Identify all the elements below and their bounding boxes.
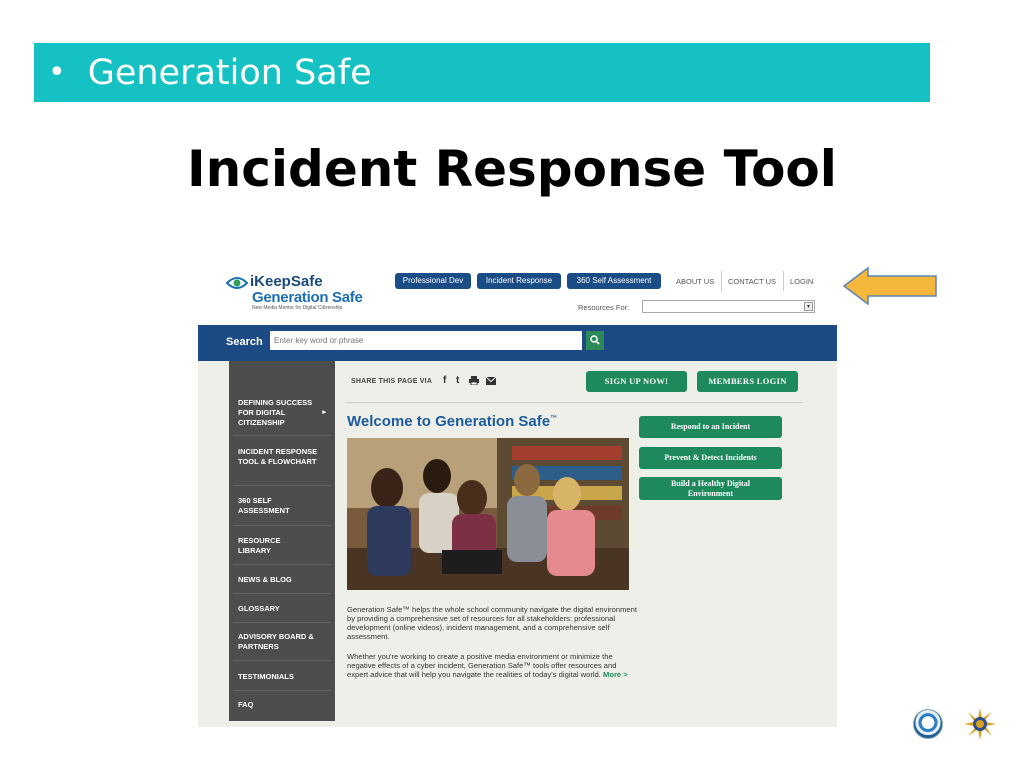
- sidebar-item-faq[interactable]: FAQ: [229, 700, 335, 710]
- sign-up-button[interactable]: SIGN UP NOW!: [586, 371, 687, 392]
- print-icon[interactable]: [469, 376, 479, 388]
- more-link[interactable]: More >: [603, 670, 628, 679]
- sidebar-item-glossary[interactable]: Glossary: [229, 604, 335, 614]
- logo-generation-safe: Generation Safe: [252, 289, 363, 306]
- students-photo: [347, 438, 629, 590]
- magnifier-icon: [590, 335, 600, 345]
- sidebar-item-label: Resource Library: [238, 536, 281, 555]
- resources-label: Resources For:: [578, 303, 630, 312]
- separator: [233, 622, 331, 623]
- logo-ikeepsafe: iKeepSafe: [250, 273, 323, 290]
- sidebar-item-advisory-board[interactable]: Advisory Board & Partners: [229, 632, 335, 652]
- sidebar-item-self-assessment[interactable]: 360 Self Assessment: [229, 496, 335, 516]
- sidebar-item-label: Defining Success For Digital Citizenship: [238, 398, 313, 427]
- welcome-heading: Welcome to Generation Safe™: [347, 413, 557, 430]
- sidebar-item-incident-response[interactable]: Incident Response Tool & Flowchart: [229, 447, 335, 467]
- sidebar-item-label: Glossary: [238, 604, 280, 613]
- separator: [233, 660, 331, 661]
- email-icon[interactable]: [485, 376, 497, 388]
- sidebar-item-defining-success[interactable]: Defining Success For Digital Citizenship…: [229, 398, 335, 428]
- contact-us-link[interactable]: CONTACT US: [728, 277, 776, 286]
- facebook-icon[interactable]: f: [443, 375, 446, 386]
- slide-banner: • Generation Safe: [34, 43, 930, 102]
- members-login-button[interactable]: MEMBERS LOGIN: [697, 371, 798, 392]
- search-bar: Search: [198, 325, 837, 361]
- search-input[interactable]: [270, 331, 582, 350]
- arrow-left-icon: [842, 266, 937, 306]
- sidebar-item-label: Testimonials: [238, 672, 294, 681]
- share-label: SHARE THIS PAGE VIA: [351, 378, 433, 385]
- bullet: •: [48, 55, 66, 90]
- sidebar-item-label: Advisory Board & Partners: [238, 632, 314, 651]
- trademark: ™: [550, 415, 558, 422]
- incident-response-button[interactable]: Incident Response: [477, 273, 561, 289]
- sidebar-item-testimonials[interactable]: Testimonials: [229, 672, 335, 682]
- welcome-title: Welcome to Generation Safe: [347, 413, 551, 430]
- separator: [233, 690, 331, 691]
- resources-select[interactable]: ▾: [642, 300, 815, 313]
- professional-dev-button[interactable]: Professional Dev: [395, 273, 471, 289]
- twitter-icon[interactable]: t: [456, 375, 459, 386]
- self-assessment-button[interactable]: 360 Self Assessment: [567, 273, 661, 289]
- sidebar-nav: Defining Success For Digital Citizenship…: [229, 361, 335, 721]
- sidebar-item-label: News & Blog: [238, 575, 292, 584]
- separator: [233, 485, 331, 486]
- chevron-right-icon: ▸: [322, 409, 326, 416]
- sidebar-item-label: FAQ: [238, 700, 254, 709]
- dropdown-arrow-icon[interactable]: ▾: [804, 302, 813, 311]
- separator: [783, 271, 784, 291]
- eye-logo-icon: [226, 277, 248, 289]
- separator: [233, 593, 331, 594]
- website-screenshot: iKeepSafe Generation Safe New Media Ment…: [198, 265, 837, 727]
- search-button[interactable]: [586, 331, 604, 350]
- respond-incident-button[interactable]: Respond to an Incident: [639, 416, 782, 438]
- sidebar-item-label: Incident Response Tool & Flowchart: [238, 447, 318, 466]
- separator: [233, 435, 331, 436]
- banner-text: Generation Safe: [87, 52, 372, 93]
- login-link[interactable]: LOGIN: [790, 277, 813, 286]
- seal-logo-icon: [913, 709, 943, 739]
- build-healthy-button[interactable]: Build a Healthy Digital Environment: [639, 477, 782, 500]
- search-label: Search: [226, 336, 263, 348]
- intro-paragraph: Generation Safe™ helps the whole school …: [347, 605, 637, 641]
- sidebar-item-news-blog[interactable]: News & Blog: [229, 575, 335, 585]
- prevent-detect-button[interactable]: Prevent & Detect Incidents: [639, 447, 782, 469]
- detail-text: Whether you're working to create a posit…: [347, 652, 617, 679]
- sidebar-item-resource-library[interactable]: Resource Library: [229, 536, 335, 556]
- separator: [721, 271, 722, 291]
- about-us-link[interactable]: ABOUT US: [676, 277, 714, 286]
- slide-title: Incident Response Tool: [187, 140, 837, 198]
- detail-paragraph: Whether you're working to create a posit…: [347, 652, 637, 679]
- sun-emblem-icon: [964, 708, 996, 740]
- logo-tagline: New Media Mentor for Digital Citizenship: [252, 305, 343, 311]
- sidebar-item-label: 360 Self Assessment: [238, 496, 290, 515]
- separator: [233, 564, 331, 565]
- separator: [233, 525, 331, 526]
- site-header: iKeepSafe Generation Safe New Media Ment…: [198, 265, 837, 325]
- divider: [346, 402, 803, 403]
